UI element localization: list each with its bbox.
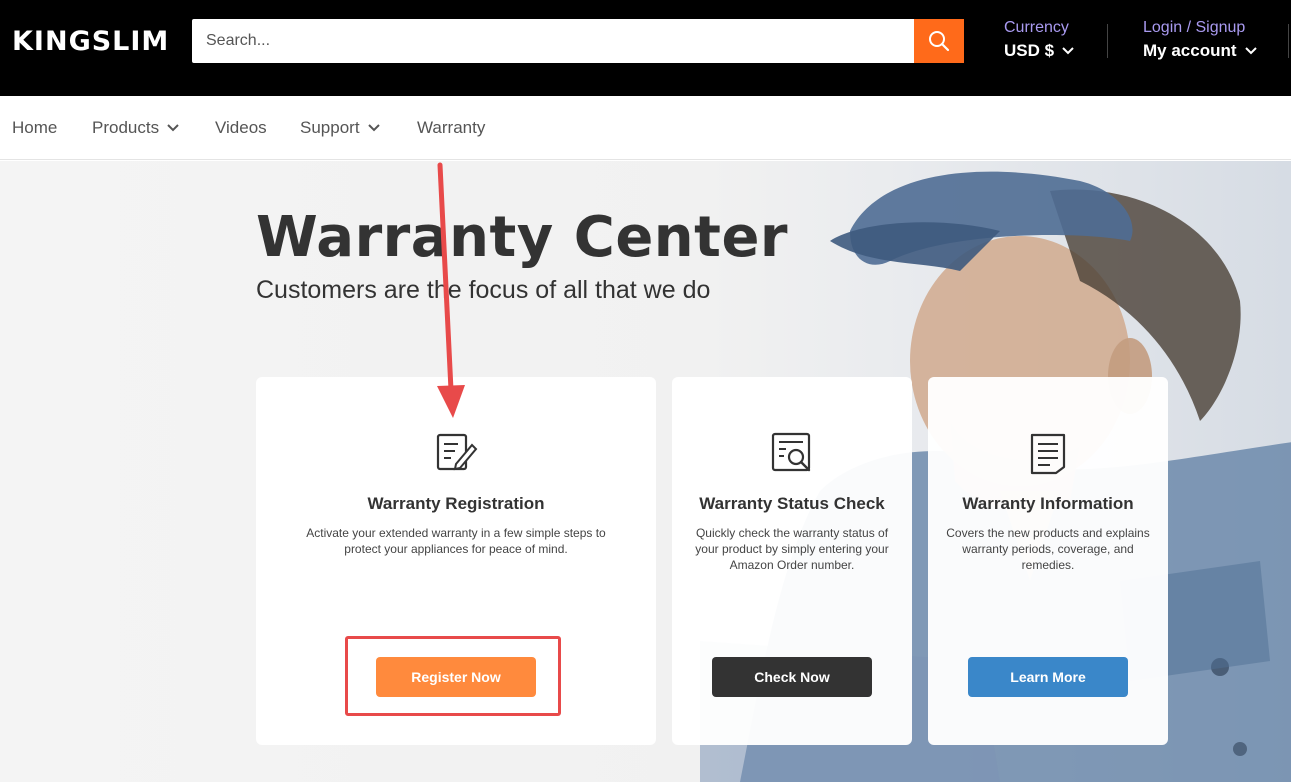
edit-document-icon [436, 433, 478, 471]
nav-item-support[interactable]: Support [300, 118, 380, 138]
learn-more-button[interactable]: Learn More [968, 657, 1128, 697]
card-description-line: Amazon Order number. [729, 558, 855, 572]
card-description-line: protect your appliances for peace of min… [344, 542, 568, 556]
card-title: Warranty Information [962, 494, 1134, 513]
card-description: Activate your extended warranty in a few… [286, 525, 626, 557]
card-title: Warranty Registration [367, 494, 545, 513]
chevron-down-icon [367, 124, 380, 132]
card-title: Warranty Status Check [699, 494, 885, 513]
currency-selector[interactable]: Currency USD $ [1004, 19, 1074, 61]
nav-item-products[interactable]: Products [92, 118, 179, 138]
document-info-icon [1030, 433, 1066, 475]
chevron-down-icon [1244, 47, 1257, 55]
main-nav: Home Products Videos Support Warranty [0, 96, 1291, 160]
nav-label: Videos [215, 118, 267, 137]
card-description-line: your product by simply entering your [695, 542, 889, 556]
search-bar [192, 19, 964, 63]
currency-value-row: USD $ [1004, 41, 1074, 61]
page-title: Warranty Center [256, 205, 789, 270]
header-edge-divider [1288, 24, 1289, 58]
account-menu[interactable]: Login / Signup My account [1143, 19, 1257, 61]
header-divider [1107, 24, 1108, 58]
nav-label: Home [12, 118, 58, 137]
top-header: KINGSLIM Currency USD $ Login / Signup M… [0, 0, 1291, 96]
page-subtitle: Customers are the focus of all that we d… [256, 276, 711, 304]
annotation-highlight-box [345, 636, 561, 716]
hero-section: Warranty Center Customers are the focus … [0, 161, 1291, 782]
card-description-line: Covers the new products and explains [946, 526, 1150, 540]
nav-label: Support [300, 118, 360, 137]
card-description-line: remedies. [1021, 558, 1075, 572]
search-icon [929, 31, 950, 52]
card-description-line: Quickly check the warranty status of [695, 526, 889, 540]
search-button[interactable] [914, 19, 964, 63]
card-description-line: Activate your extended warranty in a few… [306, 526, 606, 540]
nav-label: Products [92, 118, 160, 137]
nav-item-home[interactable]: Home [12, 118, 57, 138]
login-signup-link[interactable]: Login / Signup [1143, 19, 1257, 37]
nav-label: Warranty [417, 118, 486, 137]
currency-value: USD $ [1004, 41, 1055, 60]
chevron-down-icon [1062, 47, 1074, 55]
chevron-down-icon [167, 124, 179, 132]
account-value-row: My account [1143, 41, 1257, 61]
brand-logo[interactable]: KINGSLIM [12, 26, 169, 57]
warranty-status-check-card: Warranty Status Check Quickly check the … [672, 377, 912, 745]
warranty-information-card: Warranty Information Covers the new prod… [928, 377, 1168, 745]
card-description: Quickly check the warranty status of you… [682, 525, 902, 573]
check-now-button[interactable]: Check Now [712, 657, 872, 697]
document-search-icon [771, 432, 811, 472]
nav-item-videos[interactable]: Videos [215, 118, 267, 138]
my-account-label: My account [1143, 41, 1237, 60]
search-input[interactable] [192, 19, 914, 63]
currency-label: Currency [1004, 19, 1069, 36]
card-description-line: warranty periods, coverage, and [962, 542, 1134, 556]
card-description: Covers the new products and explains war… [938, 525, 1158, 573]
nav-item-warranty[interactable]: Warranty [417, 118, 485, 138]
